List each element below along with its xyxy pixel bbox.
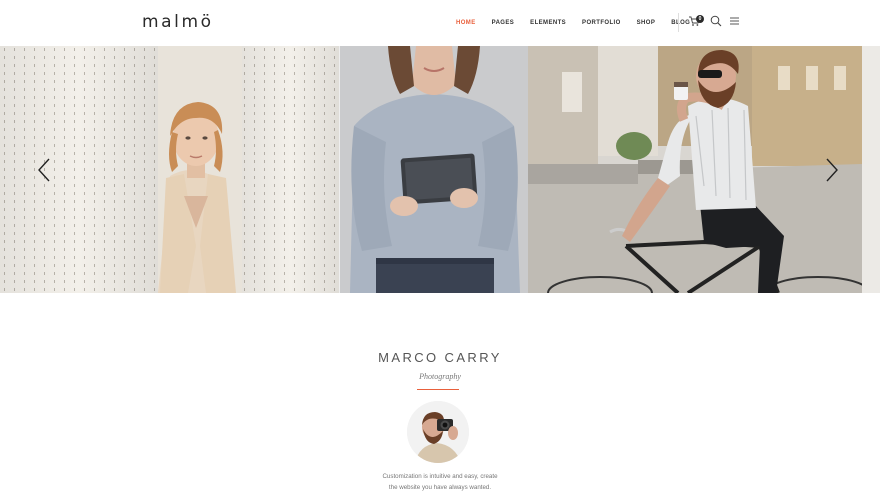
author-name: MARCO CARRY [378,350,502,365]
image-slider[interactable] [0,46,880,293]
author-description-line-1: Customization is intuitive and easy, cre… [382,473,498,480]
chevron-right-icon[interactable] [825,158,839,182]
author-description-line-2: the website you have always wanted. [388,484,492,491]
nav-item-portfolio[interactable]: PORTFOLIO [582,20,621,26]
cart-count-badge: 0 [696,15,704,23]
slide-woman-tablet[interactable] [340,46,528,293]
nav-item-home[interactable]: HOME [456,20,476,26]
search-icon[interactable] [710,15,722,27]
nav-item-elements[interactable]: ELEMENTS [530,20,566,26]
menu-icon[interactable] [729,15,741,27]
avatar [407,401,469,463]
nav-item-pages[interactable]: PAGES [492,20,515,26]
author-role: Photography [419,372,461,381]
slide-peek [862,46,880,293]
chevron-left-icon[interactable] [37,158,51,182]
site-header: malmö HOME PAGES ELEMENTS PORTFOLIO SHOP… [0,0,880,46]
main-nav: HOME PAGES ELEMENTS PORTFOLIO SHOP BLOG [456,18,690,28]
nav-item-shop[interactable]: SHOP [637,20,656,26]
accent-divider [417,389,459,390]
header-divider [678,13,679,32]
author-description: Customization is intuitive and easy, cre… [360,471,520,493]
logo[interactable]: malmö [142,12,214,32]
slide-man-bicycle[interactable] [528,46,862,293]
